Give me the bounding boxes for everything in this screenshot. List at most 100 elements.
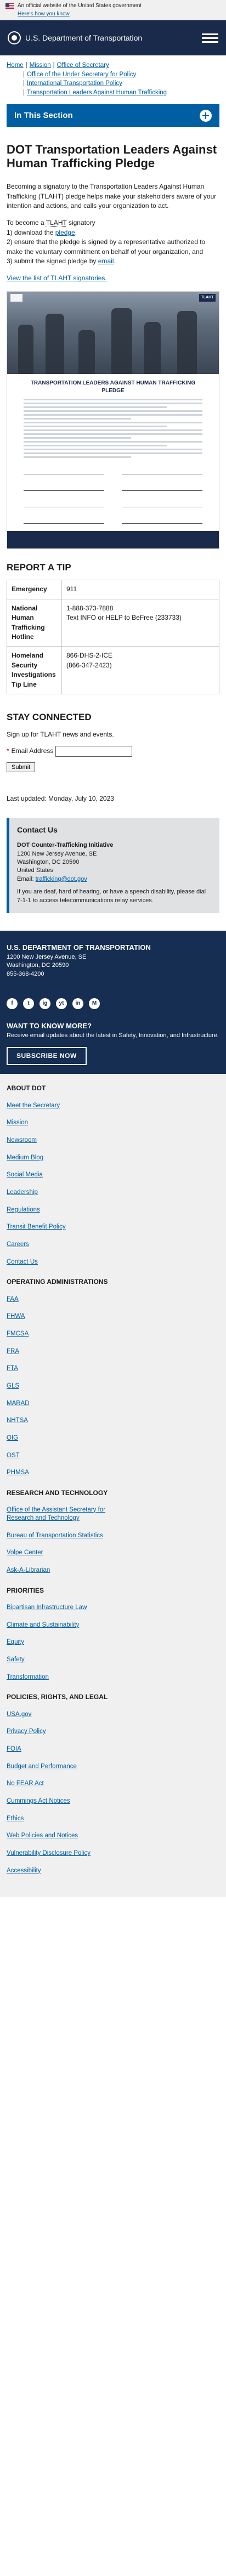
footer-links: ABOUT DOT Meet the Secretary Mission New… [0, 1074, 226, 1898]
site-logo[interactable]: U.S. Department of Transportation [8, 31, 142, 44]
heres-how-you-know-link[interactable]: Here's how you know [18, 10, 221, 19]
footer-link[interactable]: Ethics [7, 1814, 219, 1824]
footer-link[interactable]: Privacy Policy [7, 1727, 219, 1736]
in-this-section-toggle[interactable]: In This Section [7, 104, 219, 127]
footer-link[interactable]: Regulations [7, 1205, 219, 1215]
tlaht-abbr: TLAHT [46, 219, 67, 227]
footer-link[interactable]: FAA [7, 1295, 219, 1304]
footer-link[interactable]: Climate and Sustainability [7, 1621, 219, 1630]
operating-admins-group: OPERATING ADMINISTRATIONS FAA FHWA FMCSA… [7, 1277, 219, 1477]
table-row: Emergency 911 [7, 580, 219, 599]
footer-link[interactable]: Transformation [7, 1673, 219, 1682]
footer-link[interactable]: Leadership [7, 1188, 219, 1197]
facebook-icon[interactable]: f [7, 998, 18, 1010]
email-address-label: Email Address [11, 747, 54, 755]
relay-note: If you are deaf, hard of hearing, or hav… [17, 888, 206, 904]
footer-link[interactable]: Careers [7, 1240, 219, 1249]
us-flag-icon [5, 3, 14, 9]
breadcrumb-office-of-secretary[interactable]: Office of Secretary [57, 62, 109, 69]
breadcrumb-international-policy[interactable]: International Transportation Policy [27, 80, 122, 87]
footer-link[interactable]: MARAD [7, 1399, 219, 1408]
view-signatories-link[interactable]: View the list of TLAHT signatories. [7, 274, 107, 282]
pledge-heading: TRANSPORTATION LEADERS AGAINST HUMAN TRA… [30, 380, 196, 394]
footer-link[interactable]: Transit Benefit Policy [7, 1222, 219, 1232]
footer-link[interactable]: Meet the Secretary [7, 1101, 219, 1111]
policies-group: POLICIES, RIGHTS, AND LEGAL USA.gov Priv… [7, 1692, 219, 1875]
linkedin-icon[interactable]: in [72, 998, 83, 1010]
know-more-heading: WANT TO KNOW MORE? [7, 1022, 92, 1031]
in-this-section-label: In This Section [14, 110, 73, 120]
breadcrumb-tlaht[interactable]: Transportation Leaders Against Human Tra… [27, 89, 167, 96]
footer-link[interactable]: Budget and Performance [7, 1762, 219, 1771]
email-address-input[interactable] [55, 745, 133, 757]
site-header: U.S. Department of Transportation [0, 20, 226, 55]
stay-connected-text: Sign up for TLAHT news and events. [7, 730, 114, 738]
footer-link[interactable]: Mission [7, 1118, 219, 1128]
breadcrumb-mission[interactable]: Mission [30, 62, 51, 69]
footer-org: U.S. DEPARTMENT OF TRANSPORTATION [7, 943, 151, 952]
medium-icon[interactable]: M [89, 998, 100, 1010]
priorities-group: PRIORITIES Bipartisan Infrastructure Law… [7, 1586, 219, 1682]
step-2: 2) ensure that the pledge is signed by a… [7, 238, 206, 256]
instagram-icon[interactable]: ig [39, 998, 50, 1010]
stay-connected-section: STAY CONNECTED Sign up for TLAHT news an… [7, 711, 219, 794]
footer-link[interactable]: No FEAR Act [7, 1779, 219, 1788]
stay-connected-heading: STAY CONNECTED [7, 711, 92, 722]
contact-heading: Contact Us [17, 825, 58, 835]
email-link[interactable]: email [98, 257, 114, 265]
breadcrumb-under-secretary[interactable]: Office of the Under Secretary for Policy [27, 71, 136, 78]
footer-link[interactable]: Accessibility [7, 1866, 219, 1876]
footer-link[interactable]: Medium Blog [7, 1153, 219, 1163]
footer-link[interactable]: NHTSA [7, 1416, 219, 1425]
footer-link[interactable]: Equity [7, 1638, 219, 1647]
footer-link[interactable]: USA.gov [7, 1710, 219, 1719]
dot-logo-icon [10, 293, 22, 302]
contact-email-link[interactable]: trafficking@dot.gov [36, 876, 87, 882]
footer-link[interactable]: FHWA [7, 1312, 219, 1321]
footer-link[interactable]: Bipartisan Infrastructure Law [7, 1603, 219, 1612]
tip-table: Emergency 911 National Human Trafficking… [7, 580, 219, 694]
twitter-icon[interactable]: t [23, 998, 34, 1010]
footer-link[interactable]: Newsroom [7, 1136, 219, 1145]
pledge-text-block: TRANSPORTATION LEADERS AGAINST HUMAN TRA… [24, 380, 202, 524]
footer-link[interactable]: Web Policies and Notices [7, 1831, 219, 1841]
dot-seal-icon [8, 31, 21, 44]
footer-link[interactable]: Safety [7, 1655, 219, 1665]
footer-link[interactable]: OIG [7, 1434, 219, 1443]
footer-link[interactable]: FTA [7, 1364, 219, 1373]
footer-link[interactable]: FOIA [7, 1745, 219, 1754]
subscribe-button[interactable]: SUBSCRIBE NOW [7, 1046, 87, 1066]
footer-link[interactable]: OST [7, 1451, 219, 1460]
know-more-text: Receive email updates about the latest i… [7, 1032, 219, 1039]
youtube-icon[interactable]: yt [56, 998, 67, 1010]
required-marker: * [7, 747, 9, 755]
footer-link[interactable]: Social Media [7, 1170, 219, 1180]
signatory-steps: To become a TLAHT signatory 1) download … [7, 218, 219, 266]
footer-link[interactable]: Bureau of Transportation Statistics [7, 1531, 219, 1541]
page-title: DOT Transportation Leaders Against Human… [7, 142, 217, 170]
breadcrumb-home[interactable]: Home [7, 62, 24, 69]
pledge-document-image[interactable]: TLAHT TRANSPORTATION LEADERS AGAINST HUM… [7, 291, 219, 549]
footer-link[interactable]: Volpe Center [7, 1548, 219, 1558]
footer-link[interactable]: GLS [7, 1382, 219, 1391]
tlaht-badge: TLAHT [199, 293, 216, 302]
footer-link[interactable]: Contact Us [7, 1258, 219, 1267]
footer-link[interactable]: Ask-A-Librarian [7, 1566, 219, 1575]
footer-link[interactable]: Office of the Assistant Secretary for Re… [7, 1506, 133, 1523]
footer-link[interactable]: PHMSA [7, 1468, 219, 1477]
commuters-photo: TLAHT [7, 291, 219, 374]
contact-box: Contact Us DOT Counter-Trafficking Initi… [7, 818, 219, 914]
intro-text: Becoming a signatory to the Transportati… [7, 183, 217, 210]
report-tip-heading: REPORT A TIP [7, 562, 71, 573]
footer-link[interactable]: Vulnerability Disclosure Policy [7, 1849, 219, 1858]
pledge-download-link[interactable]: pledge [55, 229, 75, 236]
gov-banner-text: An official website of the United States… [18, 3, 142, 9]
pledge-footer-bar [7, 530, 219, 548]
footer-link[interactable]: FMCSA [7, 1329, 219, 1339]
footer-link[interactable]: FRA [7, 1347, 219, 1356]
footer-link[interactable]: Cummings Act Notices [7, 1797, 219, 1806]
submit-button[interactable]: Submit [7, 762, 36, 772]
footer-phone: 855-368-4200 [7, 970, 44, 977]
menu-button[interactable] [202, 30, 218, 46]
plus-icon [200, 109, 212, 122]
